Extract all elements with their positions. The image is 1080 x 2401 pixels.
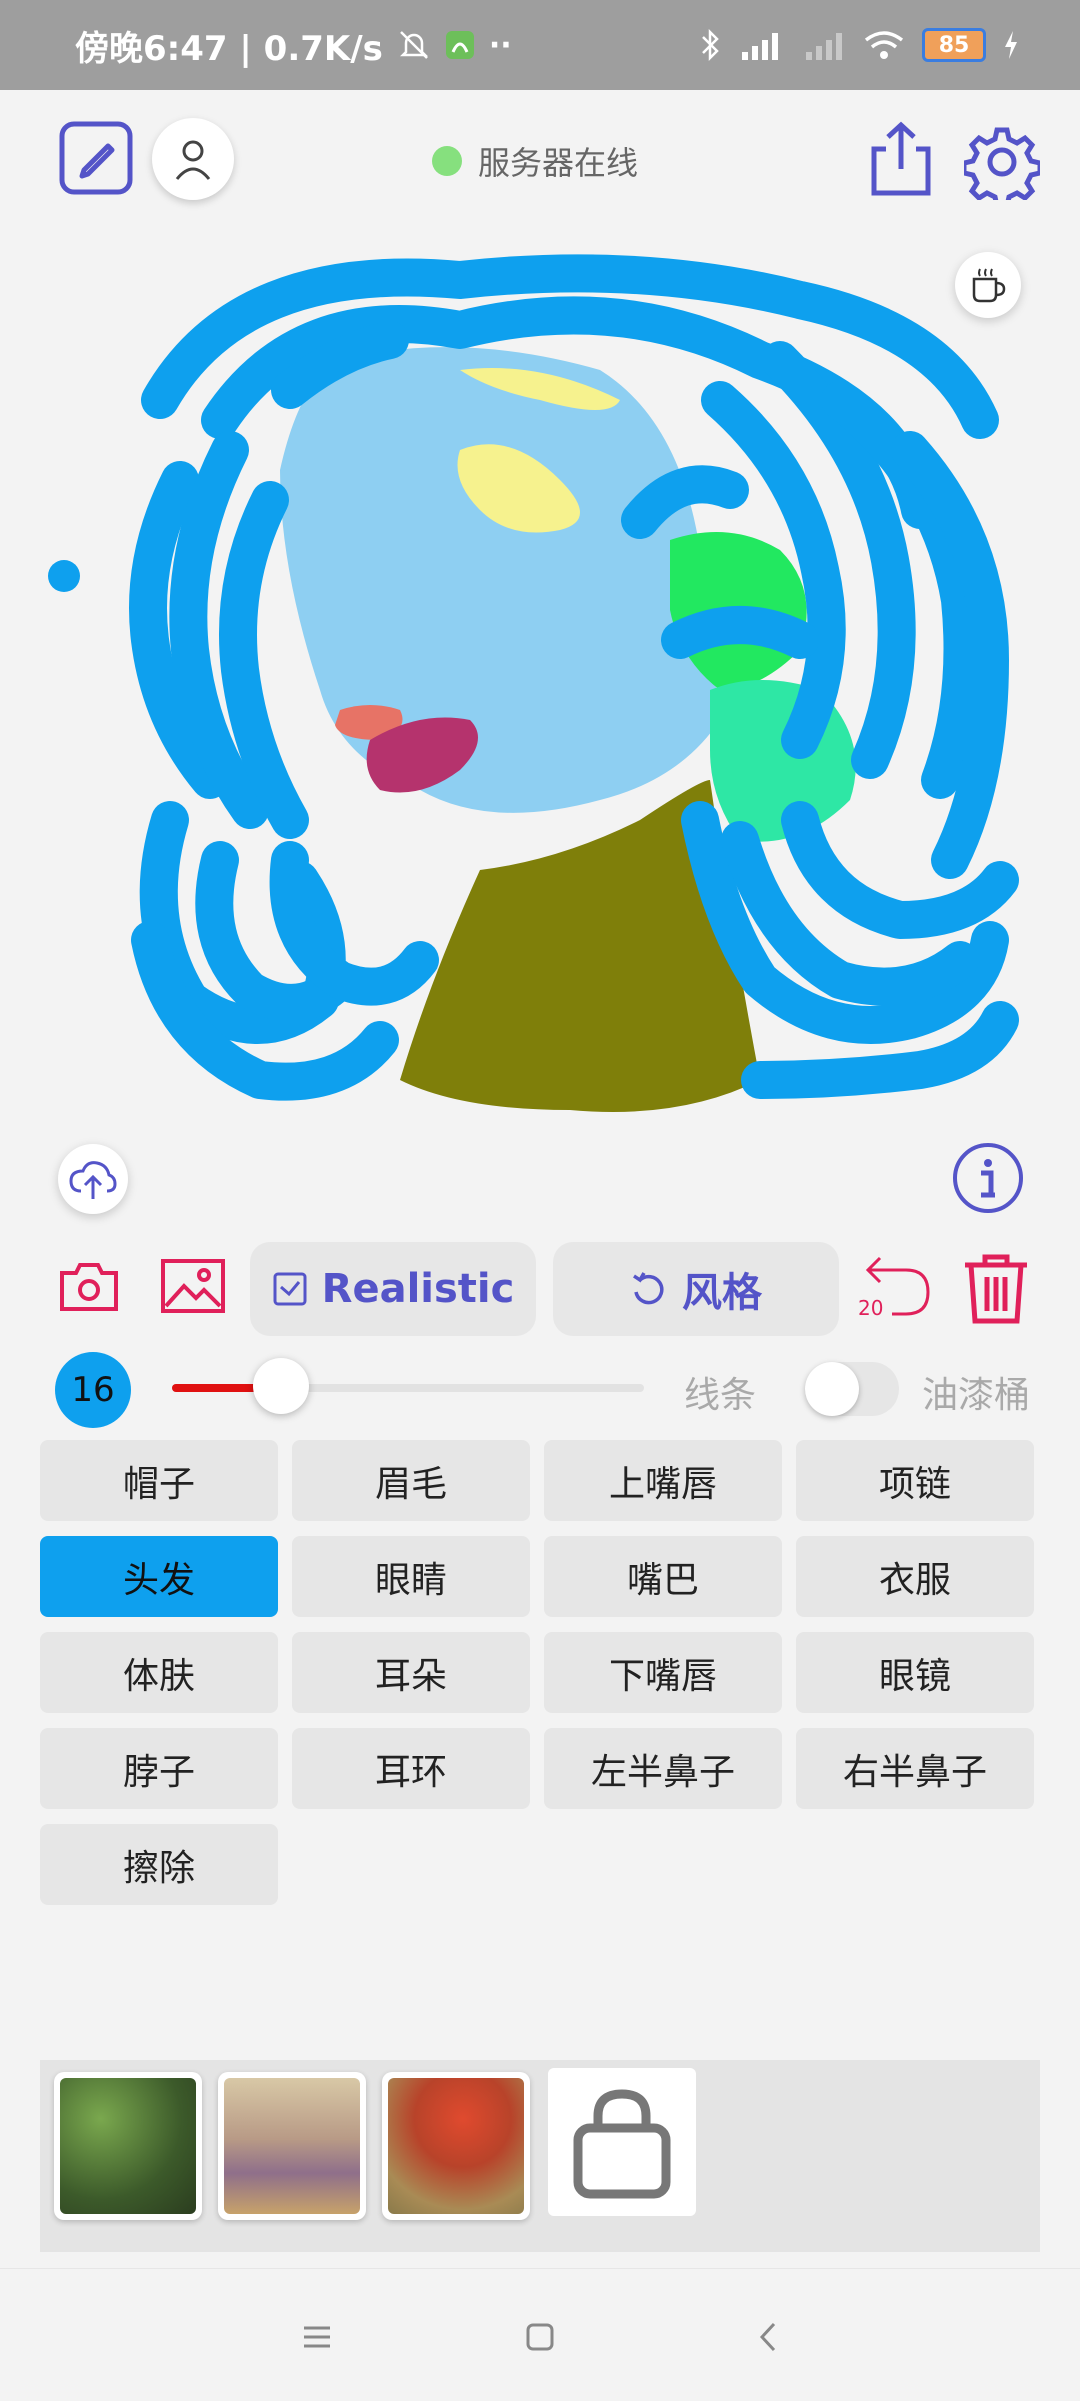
recents-button[interactable] [287,2307,347,2367]
status-bar: 傍晚6:47 | 0.7K/s ·· 85 [0,0,1080,90]
category-grid: 帽子 眉毛 上嘴唇 项链头发 眼睛 嘴巴 衣服体肤 耳朵 下嘴唇 眼镜脖子 耳环 左半鼻子 右半鼻子擦除 [40,1440,1040,1905]
category-chip[interactable]: 头发 [40,1536,278,1617]
category-chip[interactable]: 下嘴唇 [544,1632,782,1713]
bucket-mode-label: 油漆桶 [922,1375,1031,1416]
undo-button[interactable]: 20 [856,1252,936,1322]
pencil-square-icon [59,121,133,195]
style-gallery [40,2060,1040,2252]
category-chip[interactable]: 眼镜 [796,1632,1034,1713]
thumb-image [60,2078,196,2214]
style-model-label: Realistic [321,1266,515,1312]
back-button[interactable] [738,2307,798,2367]
category-chip[interactable]: 左半鼻子 [544,1728,782,1809]
thumb-image [224,2078,360,2214]
camera-icon [60,1263,118,1311]
style-thumb-1[interactable] [54,2072,202,2220]
locked-style-tile[interactable] [548,2068,696,2216]
category-chip[interactable]: 耳朵 [292,1632,530,1713]
server-status-label: 服务器在线 [478,144,639,182]
app-notification-icon [445,31,474,59]
style-button-label: 风格 [682,1270,762,1316]
chevron-left-icon [759,2322,776,2352]
undo-count: 20 [858,1296,884,1320]
signal-weak-icon [806,33,842,60]
thumb-image [388,2078,524,2214]
style-thumb-2[interactable] [218,2072,366,2220]
category-chip[interactable]: 体肤 [40,1632,278,1713]
settings-button[interactable] [962,122,1042,202]
info-icon [953,1143,1023,1213]
status-time: 傍晚6:47 | 0.7K/s [75,28,383,69]
line-mode-label: 线条 [684,1375,757,1416]
brush-size-badge: 16 [55,1352,131,1428]
camera-button[interactable] [56,1256,122,1316]
category-chip[interactable]: 脖子 [40,1728,278,1809]
share-button[interactable] [864,118,938,200]
trash-icon [965,1254,1027,1324]
server-status: 服务器在线 [432,135,638,187]
coffee-button[interactable] [955,252,1021,318]
user-button[interactable] [152,118,234,200]
checkbox-icon [273,1272,307,1306]
sketch-drawing [48,254,1019,1112]
user-icon [175,140,211,180]
online-dot [432,146,462,176]
delete-button[interactable] [960,1250,1032,1326]
drawing-canvas[interactable] [40,220,1040,1140]
category-chip[interactable]: 眼睛 [292,1536,530,1617]
category-chip[interactable]: 项链 [796,1440,1034,1521]
upload-button[interactable] [58,1144,128,1214]
menu-icon [304,2326,330,2348]
coffee-icon [972,268,1006,303]
category-chip[interactable]: 耳环 [292,1728,530,1809]
navigation-bar [0,2268,1080,2401]
category-chip[interactable]: 眉毛 [292,1440,530,1521]
image-icon [161,1259,225,1313]
category-chip[interactable]: 帽子 [40,1440,278,1521]
gear-icon [964,127,1040,200]
category-chip[interactable]: 衣服 [796,1536,1034,1617]
status-right: 85 [698,0,1020,90]
wifi-icon [864,31,904,59]
image-button[interactable] [158,1256,228,1316]
battery-indicator: 85 [922,28,986,62]
lock-icon [573,2089,671,2199]
category-chip[interactable]: 嘴巴 [544,1536,782,1617]
toggle-knob [805,1362,859,1416]
style-thumb-3[interactable] [382,2072,530,2220]
slider-handle[interactable] [252,1358,309,1414]
home-button[interactable] [510,2307,570,2367]
refresh-icon [633,1272,664,1305]
category-chip[interactable]: 上嘴唇 [544,1440,782,1521]
charging-icon [1005,31,1017,59]
signal-hd-icon [742,33,778,60]
info-button[interactable] [950,1140,1026,1216]
more-dots-icon: ·· [488,27,512,63]
share-icon [871,121,931,196]
sketch-mode-button[interactable] [58,120,134,196]
style-button[interactable]: 风格 [553,1242,839,1336]
square-icon [526,2323,554,2351]
mute-bell-icon [399,31,428,59]
category-chip[interactable]: 擦除 [40,1824,278,1905]
status-left: 傍晚6:47 | 0.7K/s ·· [75,0,512,90]
style-model-button[interactable]: Realistic [250,1242,536,1336]
bucket-toggle[interactable] [805,1362,899,1416]
cloud-upload-icon [69,1161,117,1199]
brush-size-slider[interactable] [172,1358,644,1414]
category-chip[interactable]: 右半鼻子 [796,1728,1034,1809]
bluetooth-icon [702,28,719,62]
